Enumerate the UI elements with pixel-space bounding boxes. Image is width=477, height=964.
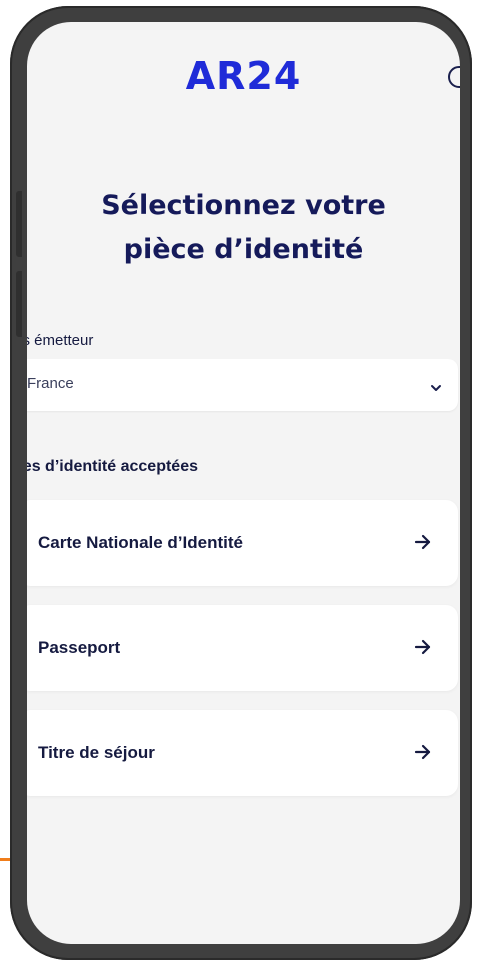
country-select-value: France <box>27 375 74 392</box>
phone-screen: AR24 Sélectionnez votre pièce d’identité… <box>27 22 460 944</box>
arrow-right-icon <box>414 744 432 765</box>
volume-down-button <box>16 271 22 337</box>
document-option-passeport[interactable]: Passeport <box>27 605 458 691</box>
page-title-line-1: Sélectionnez votre <box>101 190 386 221</box>
country-select[interactable]: France <box>27 359 458 411</box>
document-option-label: Carte Nationale d’Identité <box>38 533 243 552</box>
arrow-right-icon <box>414 534 432 555</box>
document-option-label: Passeport <box>38 638 121 657</box>
arrow-right-icon <box>414 639 432 660</box>
accepted-documents-label: èces d’identité acceptées <box>27 458 198 475</box>
page-title: Sélectionnez votre pièce d’identité <box>47 184 440 272</box>
page-title-line-2: pièce d’identité <box>123 234 364 265</box>
country-field-label: ys émetteur <box>27 332 94 349</box>
document-option-titre-de-sejour[interactable]: Titre de séjour <box>27 710 458 796</box>
document-option-carte-nationale[interactable]: Carte Nationale d’Identité <box>27 500 458 586</box>
app-logo: AR24 <box>185 54 302 98</box>
volume-up-button <box>16 191 22 257</box>
document-option-label: Titre de séjour <box>38 743 155 762</box>
chevron-down-icon <box>430 379 442 397</box>
